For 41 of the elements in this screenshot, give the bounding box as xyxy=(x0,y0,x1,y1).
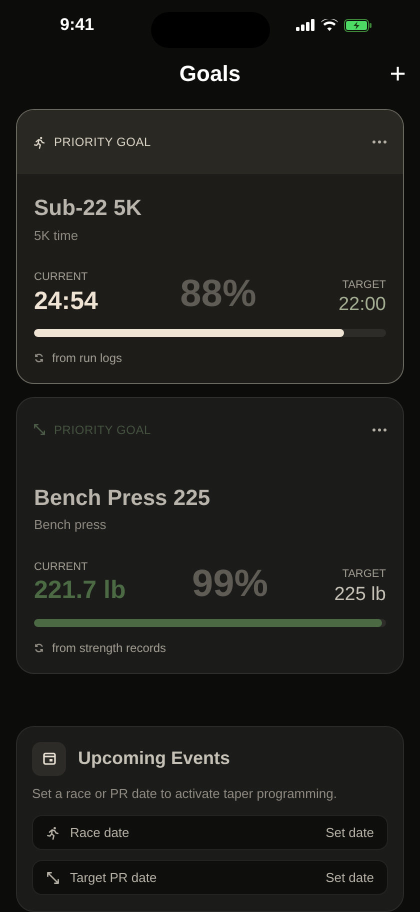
set-date-label: Set date xyxy=(326,868,374,887)
goal-title: Bench Press 225 xyxy=(34,484,212,512)
target-label: TARGET xyxy=(342,278,386,292)
set-date-label: Set date xyxy=(326,824,374,842)
goal-title: Sub-22 5K xyxy=(34,194,143,222)
current-label: CURRENT xyxy=(34,560,89,575)
calendar-icon xyxy=(42,752,56,765)
diagonal-arrows-icon xyxy=(33,423,46,436)
page-title: Goals xyxy=(179,60,241,88)
more-icon[interactable] xyxy=(372,140,387,144)
goal-subtitle: 5K time xyxy=(34,226,80,244)
sync-icon xyxy=(34,352,44,363)
diagonal-arrows-icon xyxy=(46,870,60,884)
event-date-row[interactable]: Target PR date Set date xyxy=(32,860,388,895)
priority-label: PRIORITY GOAL xyxy=(54,134,152,151)
target-value: 22:00 xyxy=(338,293,386,317)
current-value: 221.7 lb xyxy=(34,575,126,606)
running-figure-icon xyxy=(46,826,60,840)
source-label: from strength records xyxy=(52,640,166,656)
goal-subtitle: Bench press xyxy=(34,516,108,534)
wifi-icon xyxy=(321,19,338,32)
goal-card[interactable]: PRIORITY GOAL Sub-22 5K 5K time CURRENT 24:54 88% TARGET 22:00 from run logs xyxy=(16,109,404,384)
current-label: CURRENT xyxy=(34,270,89,285)
percent-value: 88% xyxy=(180,274,256,313)
source-label: from run logs xyxy=(52,350,122,367)
status-time: 9:41 xyxy=(60,14,94,36)
event-label: Race date xyxy=(70,824,130,842)
percent-value: 99% xyxy=(192,564,268,602)
target-label: TARGET xyxy=(342,567,386,582)
sync-icon xyxy=(34,642,44,652)
events-title: Upcoming Events xyxy=(78,747,230,770)
battery-charging-icon xyxy=(344,18,372,32)
target-value: 225 lb xyxy=(334,582,386,606)
current-value: 24:54 xyxy=(34,286,98,316)
event-label: Target PR date xyxy=(70,868,157,887)
more-icon[interactable] xyxy=(372,428,387,432)
event-date-row[interactable]: Race date Set date xyxy=(32,815,388,850)
add-button[interactable]: + xyxy=(390,60,406,88)
events-description: Set a race or PR date to activate taper programming. xyxy=(32,784,338,803)
running-figure-icon xyxy=(33,136,46,148)
signal-icon xyxy=(296,19,315,32)
